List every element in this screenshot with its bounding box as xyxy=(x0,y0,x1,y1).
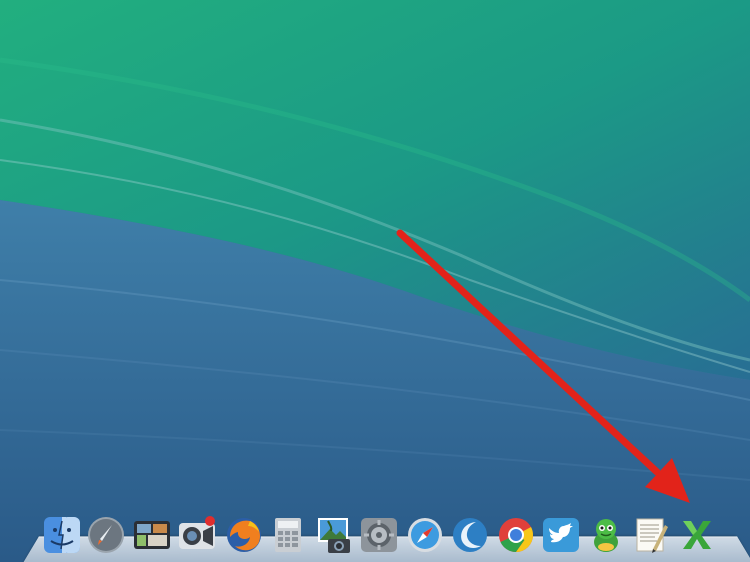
facetime-icon[interactable] xyxy=(177,515,217,555)
wallpaper-wave xyxy=(0,0,750,562)
launchpad-icon[interactable] xyxy=(86,515,126,555)
twitter-icon[interactable] xyxy=(541,515,581,555)
adium-icon[interactable] xyxy=(586,515,626,555)
chrome-icon[interactable] xyxy=(496,515,536,555)
mission-control-icon[interactable] xyxy=(132,515,172,555)
textedit-icon[interactable] xyxy=(631,515,671,555)
system-preferences-icon[interactable] xyxy=(359,515,399,555)
app-crescent-icon[interactable] xyxy=(450,515,490,555)
iphoto-icon[interactable] xyxy=(314,515,354,555)
safari-icon[interactable] xyxy=(405,515,445,555)
desktop xyxy=(0,0,750,562)
firefox-icon[interactable] xyxy=(224,515,264,555)
calculator-icon[interactable] xyxy=(268,515,308,555)
finder-icon[interactable] xyxy=(42,515,82,555)
excel-icon[interactable] xyxy=(677,515,717,555)
